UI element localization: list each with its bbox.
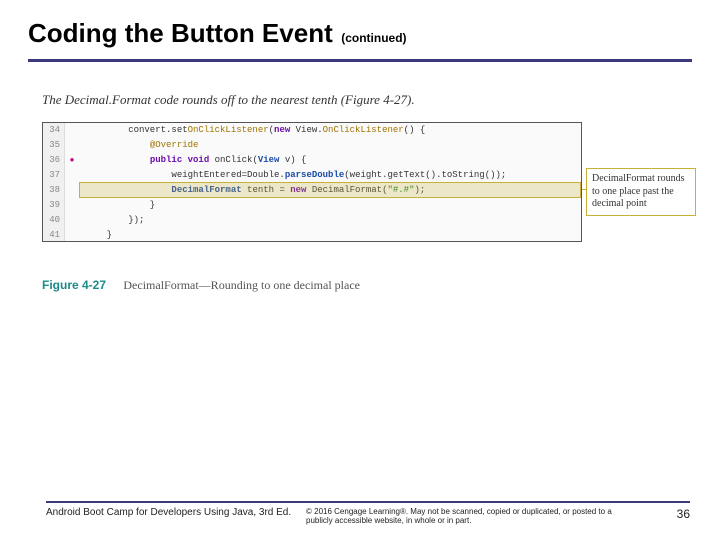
line-number: 35 bbox=[43, 138, 65, 153]
code-text: convert.setOnClickListener(new View.OnCl… bbox=[79, 123, 581, 138]
gutter-icon bbox=[65, 138, 79, 153]
copyright-text: © 2016 Cengage Learning®. May not be sca… bbox=[306, 507, 660, 526]
code-text: @Override bbox=[79, 138, 581, 153]
book-title: Android Boot Camp for Developers Using J… bbox=[46, 507, 306, 518]
continued-label: (continued) bbox=[341, 31, 406, 45]
line-number: 39 bbox=[43, 198, 65, 213]
code-line: 41 } bbox=[43, 228, 581, 242]
line-number: 40 bbox=[43, 213, 65, 228]
code-line: 34 convert.setOnClickListener(new View.O… bbox=[43, 123, 581, 138]
code-line: 38 DecimalFormat tenth = new DecimalForm… bbox=[43, 183, 581, 198]
code-line: 37 weightEntered=Double.parseDouble(weig… bbox=[43, 168, 581, 183]
gutter-icon bbox=[65, 198, 79, 213]
code-text: } bbox=[79, 198, 581, 213]
line-number: 37 bbox=[43, 168, 65, 183]
header-rule bbox=[28, 59, 692, 62]
code-line: 40 }); bbox=[43, 213, 581, 228]
line-number: 41 bbox=[43, 228, 65, 242]
line-number: 36 bbox=[43, 153, 65, 168]
figure-label: Figure 4-27 bbox=[42, 278, 106, 292]
code-text: } bbox=[79, 228, 581, 242]
gutter-icon bbox=[65, 228, 79, 242]
intro-text: The Decimal.Format code rounds off to th… bbox=[42, 92, 720, 108]
gutter-icon bbox=[65, 213, 79, 228]
line-number: 38 bbox=[43, 183, 65, 198]
callout-box: DecimalFormat rounds to one place past t… bbox=[586, 168, 696, 216]
callout-text: DecimalFormat rounds to one place past t… bbox=[592, 173, 684, 209]
code-text: }); bbox=[79, 213, 581, 228]
footer: Android Boot Camp for Developers Using J… bbox=[0, 501, 720, 526]
code-text: public void onClick(View v) { bbox=[79, 153, 581, 168]
figure-caption-text: DecimalFormat—Rounding to one decimal pl… bbox=[123, 278, 360, 292]
code-line: 36● public void onClick(View v) { bbox=[43, 153, 581, 168]
figure-caption: Figure 4-27 DecimalFormat—Rounding to on… bbox=[42, 278, 720, 293]
gutter-icon bbox=[65, 183, 79, 198]
code-editor: 34 convert.setOnClickListener(new View.O… bbox=[42, 122, 582, 242]
gutter-icon: ● bbox=[65, 153, 79, 168]
code-text: weightEntered=Double.parseDouble(weight.… bbox=[79, 168, 581, 183]
line-number: 34 bbox=[43, 123, 65, 138]
gutter-icon bbox=[65, 168, 79, 183]
slide-title: Coding the Button Event bbox=[28, 18, 333, 48]
code-text: DecimalFormat tenth = new DecimalFormat(… bbox=[79, 183, 581, 198]
figure-area: 34 convert.setOnClickListener(new View.O… bbox=[42, 122, 690, 252]
slide-header: Coding the Button Event (continued) bbox=[0, 0, 720, 55]
code-line: 35 @Override bbox=[43, 138, 581, 153]
gutter-icon bbox=[65, 123, 79, 138]
page-number: 36 bbox=[660, 507, 690, 521]
code-line: 39 } bbox=[43, 198, 581, 213]
footer-rule bbox=[46, 501, 690, 503]
